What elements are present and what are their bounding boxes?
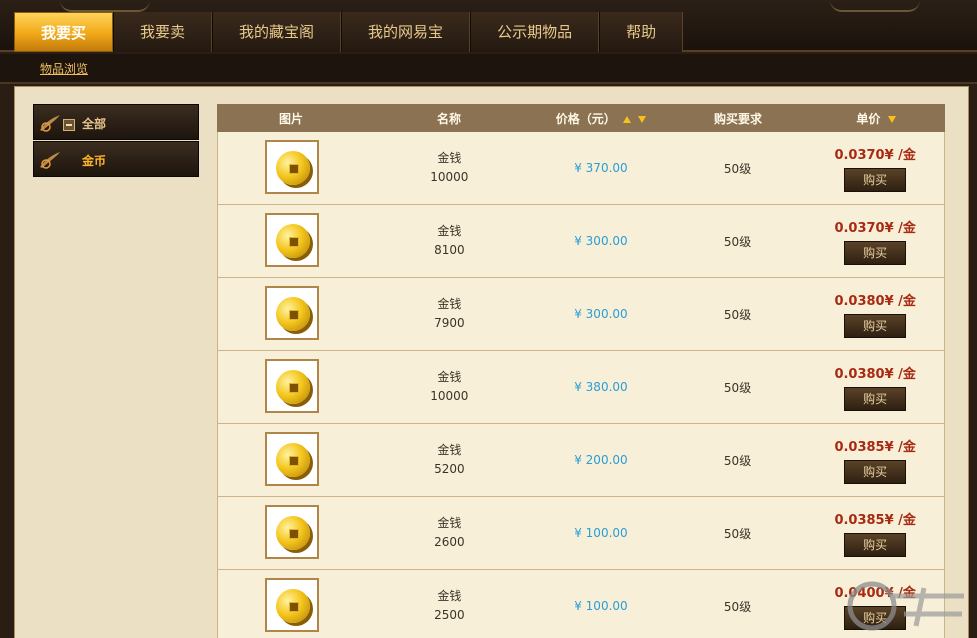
gold-coin-thumbnail[interactable] [264,212,319,267]
header-image: 图片 [278,111,303,126]
tab-sell[interactable]: 我要卖 [113,12,213,52]
item-price: ¥ 300.00 [574,307,628,321]
item-name: 金钱 [437,297,462,311]
header-unit-price[interactable]: 单价 [807,110,945,127]
item-quantity: 10000 [430,389,469,403]
tab-help[interactable]: 帮助 [599,12,684,52]
table-header: 图片 名称 价格（元） 购买要求 单价 [217,104,945,132]
buy-button[interactable]: 购买 [844,168,907,192]
feather-icon [40,115,60,132]
gold-coin-icon [275,296,310,331]
item-requirement: 50级 [723,234,752,249]
item-name: 金钱 [437,224,462,238]
item-table: 图片 名称 价格（元） 购买要求 单价 金钱 10000 ¥ 370.00 50级… [217,104,945,638]
item-price: ¥ 200.00 [574,453,628,467]
tab-public-items[interactable]: 公示期物品 [470,12,600,52]
item-name: 金钱 [437,443,462,457]
buy-button[interactable]: 购买 [844,387,907,411]
item-requirement: 50级 [723,599,752,614]
item-name: 金钱 [437,151,462,165]
top-nav-bar: 我要买 我要卖 我的藏宝阁 我的网易宝 公示期物品 帮助 [0,0,977,52]
table-row: 金钱 8100 ¥ 300.00 50级 0.0370¥ /金购买 [217,205,945,278]
item-price: ¥ 100.00 [574,599,628,613]
main-tabs: 我要买 我要卖 我的藏宝阁 我的网易宝 公示期物品 帮助 [14,12,684,52]
unit-price: 0.0385¥ /金 [834,440,916,455]
gold-coin-thumbnail[interactable] [264,139,319,194]
gold-coin-icon [275,442,310,477]
sort-desc-icon[interactable] [887,115,896,123]
table-row: 金钱 2600 ¥ 100.00 50级 0.0385¥ /金购买 [217,497,945,570]
sidebar-item-gold[interactable]: 金币 [33,141,199,177]
item-quantity: 10000 [430,170,469,184]
header-unit-label: 单价 [856,111,881,126]
item-quantity: 5200 [434,462,465,476]
buy-button[interactable]: 购买 [844,241,907,265]
gold-coin-thumbnail[interactable] [264,431,319,486]
item-price: ¥ 300.00 [574,234,628,248]
tab-my-treasure[interactable]: 我的藏宝阁 [212,12,342,52]
item-quantity: 2500 [434,608,465,622]
unit-price: 0.0380¥ /金 [834,294,916,309]
header-requirement: 购买要求 [713,111,762,126]
item-name: 金钱 [437,516,462,530]
unit-price: 0.0370¥ /金 [834,221,916,236]
sidebar-item-label: 全部 [82,117,107,131]
item-name: 金钱 [437,370,462,384]
sidebar-item-all[interactable]: 全部 [33,104,199,140]
gold-coin-icon [275,223,310,258]
item-quantity: 2600 [434,535,465,549]
frame-ornament-right [830,0,920,12]
tab-buy[interactable]: 我要买 [14,12,114,52]
gold-coin-icon [275,588,310,623]
table-row: 金钱 10000 ¥ 370.00 50级 0.0370¥ /金购买 [217,132,945,205]
item-price: ¥ 100.00 [574,526,628,540]
gold-coin-icon [275,515,310,550]
item-requirement: 50级 [723,380,752,395]
buy-button[interactable]: 购买 [844,314,907,338]
item-requirement: 50级 [723,307,752,322]
unit-price: 0.0380¥ /金 [834,367,916,382]
minus-box-icon[interactable] [63,119,75,131]
gold-coin-thumbnail[interactable] [264,285,319,340]
table-row: 金钱 2500 ¥ 100.00 50级 0.0400¥ /金 购买 [217,570,945,638]
table-row: 金钱 5200 ¥ 200.00 50级 0.0385¥ /金购买 [217,424,945,497]
header-price[interactable]: 价格（元） [533,110,669,127]
sub-nav-bar: 物品浏览 [0,54,977,84]
gold-coin-thumbnail[interactable] [264,577,319,632]
frame-ornament-left [60,0,150,12]
gold-coin-icon [275,369,310,404]
table-row: 金钱 10000 ¥ 380.00 50级 0.0380¥ /金购买 [217,351,945,424]
item-requirement: 50级 [723,526,752,541]
buy-button[interactable]: 购买 [844,460,907,484]
buy-button[interactable]: 购买 [844,533,907,557]
feather-icon [40,152,60,169]
item-price: ¥ 380.00 [574,380,628,394]
unit-price: 0.0370¥ /金 [834,148,916,163]
tab-my-netease-pay[interactable]: 我的网易宝 [341,12,471,52]
unit-price: 0.0385¥ /金 [834,513,916,528]
sort-asc-icon[interactable] [623,115,631,123]
gold-coin-thumbnail[interactable] [264,358,319,413]
sort-desc-icon[interactable] [638,115,647,123]
item-name: 金钱 [437,589,462,603]
header-name: 名称 [436,111,461,126]
content-frame: 全部 金币 图片 名称 价格（元） 购买要求 单价 金钱 10000 ¥ 370… [14,86,969,638]
item-requirement: 50级 [723,161,752,176]
gold-coin-thumbnail[interactable] [264,504,319,559]
header-price-label: 价格（元） [555,111,616,126]
item-quantity: 7900 [434,316,465,330]
item-requirement: 50级 [723,453,752,468]
browse-items-link[interactable]: 物品浏览 [40,60,88,77]
gold-coin-icon [275,150,310,185]
item-price: ¥ 370.00 [574,161,628,175]
table-row: 金钱 7900 ¥ 300.00 50级 0.0380¥ /金购买 [217,278,945,351]
item-quantity: 8100 [434,243,465,257]
category-sidebar: 全部 金币 [33,104,199,178]
site-watermark-logo [847,581,964,631]
sidebar-item-label: 金币 [82,154,107,168]
